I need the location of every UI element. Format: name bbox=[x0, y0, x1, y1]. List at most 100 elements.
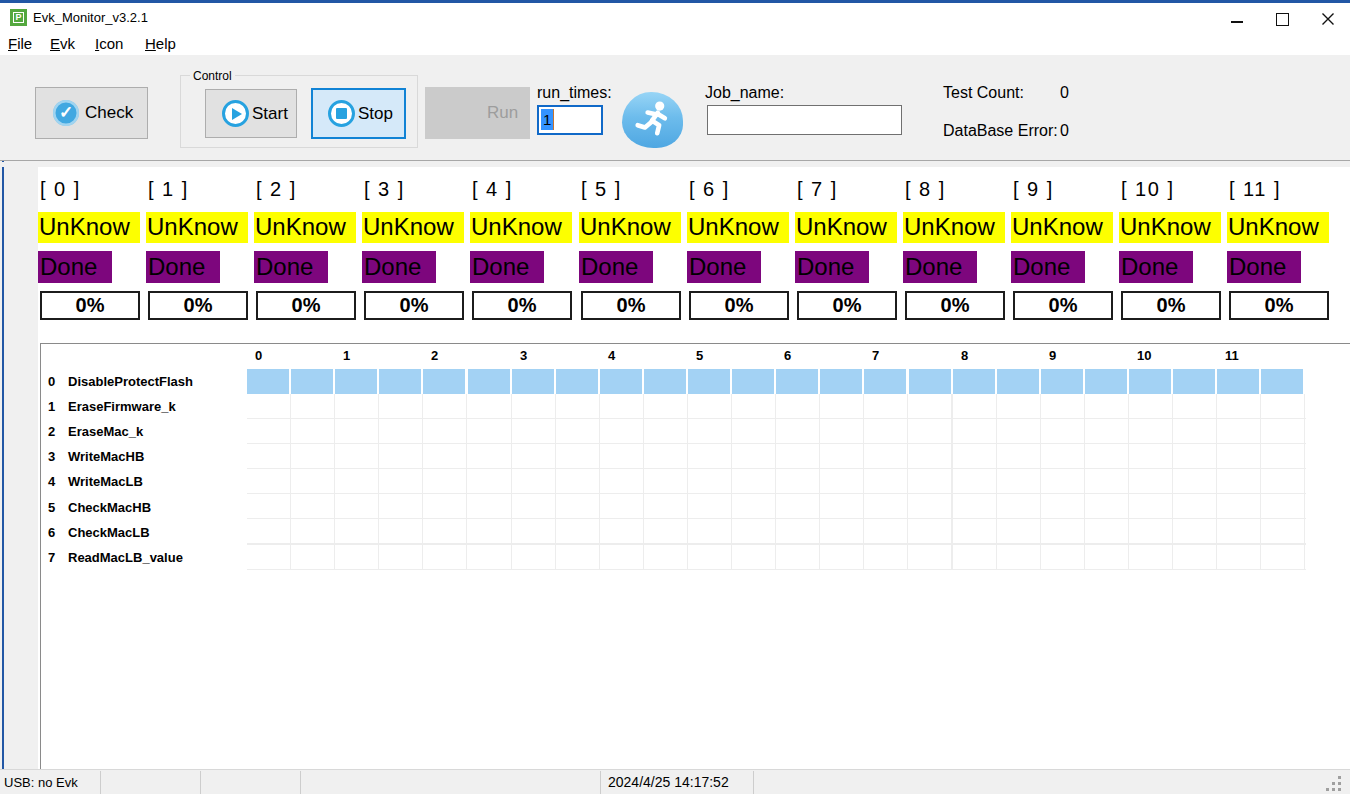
grid-row-name: DisableProtectFlash bbox=[68, 369, 193, 394]
job-name-input[interactable] bbox=[707, 105, 902, 135]
grid-row-number: 3 bbox=[48, 444, 55, 469]
check-icon: ✓ bbox=[53, 100, 79, 126]
test-count-label: Test Count: bbox=[943, 84, 1024, 102]
grid-cell-active bbox=[1085, 369, 1127, 394]
channel-result: Done bbox=[362, 251, 436, 283]
grid-row-name: CheckMacHB bbox=[68, 495, 151, 520]
channel-3: [ 3 ]UnKnowDone0% bbox=[362, 167, 468, 327]
app-icon-letter: P bbox=[13, 12, 24, 23]
resize-grip-dot bbox=[1332, 782, 1335, 785]
channel-result: Done bbox=[579, 251, 653, 283]
channel-index: [ 2 ] bbox=[256, 178, 297, 201]
grid-cell-active bbox=[335, 369, 377, 394]
start-button[interactable]: Start bbox=[205, 89, 297, 138]
channel-index: [ 10 ] bbox=[1121, 178, 1174, 201]
menu-item-icon[interactable]: Icon bbox=[95, 35, 123, 52]
grid-cell-active bbox=[953, 369, 995, 394]
grid-row-name: WriteMacLB bbox=[68, 469, 143, 494]
grid-row-number: 0 bbox=[48, 369, 55, 394]
check-button[interactable]: ✓ Check bbox=[35, 87, 148, 139]
channel-progress: 0% bbox=[581, 291, 681, 320]
menu-bar: File Evk Icon Help bbox=[0, 32, 1350, 55]
channel-result: Done bbox=[687, 251, 761, 283]
database-error-label: DataBase Error: bbox=[943, 122, 1058, 140]
grid-row-name: WriteMacHB bbox=[68, 444, 144, 469]
grid-cell-active bbox=[776, 369, 818, 394]
resize-grip-dot bbox=[1338, 776, 1341, 779]
channel-status: UnKnow bbox=[362, 212, 464, 243]
channel-8: [ 8 ]UnKnowDone0% bbox=[903, 167, 1009, 327]
grid-row-number: 7 bbox=[48, 545, 55, 570]
channel-result: Done bbox=[254, 251, 328, 283]
channel-index: [ 7 ] bbox=[797, 178, 838, 201]
channel-result: Done bbox=[1227, 251, 1301, 283]
grid-cell-active bbox=[644, 369, 686, 394]
grid-cell-active bbox=[1129, 369, 1171, 394]
channel-0: [ 0 ]UnKnowDone0% bbox=[38, 167, 144, 327]
control-groupbox-label: Control bbox=[190, 69, 235, 83]
close-icon[interactable] bbox=[1321, 12, 1335, 30]
channel-progress: 0% bbox=[797, 291, 897, 320]
channel-progress: 0% bbox=[905, 291, 1005, 320]
resize-grip-dot bbox=[1338, 782, 1341, 785]
grid-cell-active bbox=[556, 369, 598, 394]
channel-index: [ 9 ] bbox=[1013, 178, 1054, 201]
channel-index: [ 5 ] bbox=[581, 178, 622, 201]
channel-index: [ 11 ] bbox=[1229, 178, 1281, 201]
start-button-label: Start bbox=[252, 104, 288, 124]
statusbar-separator bbox=[753, 771, 754, 794]
grid-cell-active bbox=[1173, 369, 1215, 394]
channel-progress: 0% bbox=[148, 291, 248, 320]
grid-column-header-11: 11 bbox=[1225, 348, 1239, 363]
channel-index: [ 1 ] bbox=[148, 178, 189, 201]
stop-icon bbox=[328, 100, 355, 127]
test-count-value: 0 bbox=[1060, 84, 1069, 102]
window-title: Evk_Monitor_v3.2.1 bbox=[33, 10, 148, 25]
channel-progress: 0% bbox=[256, 291, 356, 320]
grid-column-header-9: 9 bbox=[1049, 348, 1056, 363]
menu-item-evk[interactable]: Evk bbox=[50, 35, 75, 52]
channel-progress: 0% bbox=[1121, 291, 1221, 320]
grid-cell-active bbox=[688, 369, 730, 394]
statusbar-separator bbox=[200, 771, 201, 794]
grid-cell-active bbox=[1261, 369, 1303, 394]
channel-result: Done bbox=[1119, 251, 1193, 283]
grid-row-name: EraseMac_k bbox=[68, 419, 143, 444]
channel-result: Done bbox=[146, 251, 220, 283]
run-times-input[interactable]: 1 bbox=[537, 105, 603, 135]
grid-row-number: 4 bbox=[48, 469, 55, 494]
stop-button[interactable]: Stop bbox=[311, 88, 406, 139]
run-button-label: Run bbox=[487, 103, 518, 123]
channel-status: UnKnow bbox=[1227, 212, 1329, 243]
channel-6: [ 6 ]UnKnowDone0% bbox=[687, 167, 793, 327]
channel-progress: 0% bbox=[689, 291, 789, 320]
channel-progress: 0% bbox=[1013, 291, 1113, 320]
grid-column-header-2: 2 bbox=[431, 348, 438, 363]
minimize-icon[interactable] bbox=[1231, 21, 1243, 23]
run-button[interactable]: Run bbox=[425, 87, 530, 139]
usb-status: USB: no Evk bbox=[4, 775, 78, 790]
channel-index: [ 8 ] bbox=[905, 178, 946, 201]
channel-status: UnKnow bbox=[38, 212, 140, 243]
menu-item-help[interactable]: Help bbox=[145, 35, 176, 52]
channel-5: [ 5 ]UnKnowDone0% bbox=[579, 167, 685, 327]
title-bar: P Evk_Monitor_v3.2.1 bbox=[0, 3, 1350, 32]
channel-10: [ 10 ]UnKnowDone0% bbox=[1119, 167, 1225, 327]
channel-status: UnKnow bbox=[470, 212, 572, 243]
channel-status: UnKnow bbox=[687, 212, 789, 243]
maximize-icon[interactable] bbox=[1276, 13, 1289, 26]
grid-cell-active bbox=[864, 369, 906, 394]
database-error-value: 0 bbox=[1060, 122, 1069, 140]
channel-4: [ 4 ]UnKnowDone0% bbox=[470, 167, 576, 327]
channel-1: [ 1 ]UnKnowDone0% bbox=[146, 167, 252, 327]
menu-item-file[interactable]: File bbox=[8, 35, 32, 52]
runner-icon[interactable] bbox=[622, 92, 683, 148]
grid-column-header-0: 0 bbox=[255, 348, 262, 363]
app-window: P Evk_Monitor_v3.2.1 File Evk Icon Help ✓ C… bbox=[0, 0, 1350, 794]
grid-column-header-10: 10 bbox=[1137, 348, 1151, 363]
channel-progress: 0% bbox=[472, 291, 572, 320]
grid-cell-active bbox=[1217, 369, 1259, 394]
grid-cell-active bbox=[600, 369, 642, 394]
channel-2: [ 2 ]UnKnowDone0% bbox=[254, 167, 360, 327]
grid-row-number: 6 bbox=[48, 520, 55, 545]
